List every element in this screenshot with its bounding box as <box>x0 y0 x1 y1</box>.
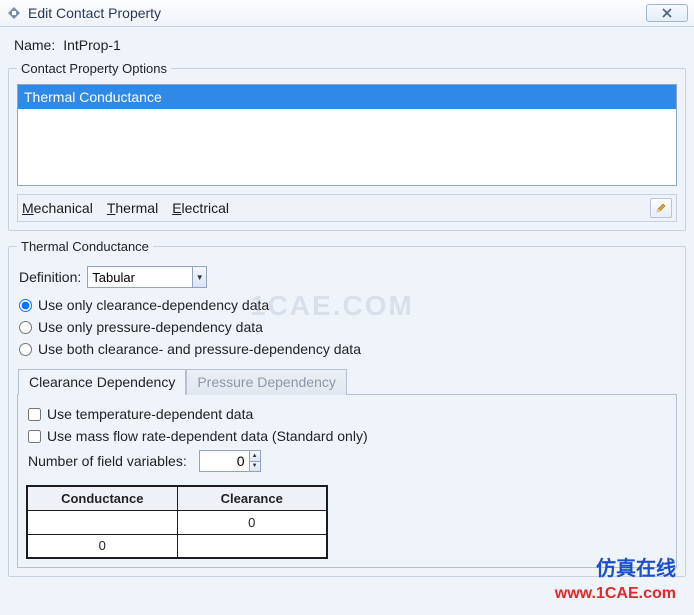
close-button[interactable] <box>646 4 688 22</box>
field-vars-input[interactable] <box>200 451 249 471</box>
name-value: IntProp-1 <box>63 37 121 53</box>
radio-both-input[interactable] <box>19 343 32 356</box>
edit-button[interactable] <box>650 198 672 218</box>
check-massflow-label: Use mass flow rate-dependent data (Stand… <box>47 428 368 444</box>
cell-conductance-0[interactable] <box>27 510 177 534</box>
cell-conductance-1[interactable]: 0 <box>27 534 177 558</box>
option-thermal-conductance[interactable]: Thermal Conductance <box>18 85 676 109</box>
table-row[interactable]: 0 <box>27 534 327 558</box>
radio-pressure-input[interactable] <box>19 321 32 334</box>
category-mechanical[interactable]: Mechanical <box>22 200 93 216</box>
thermal-conductance-group: Thermal Conductance Definition: ▼ Use on… <box>8 239 686 577</box>
options-list[interactable]: Thermal Conductance <box>17 84 677 186</box>
field-vars-label: Number of field variables: <box>28 453 187 469</box>
radio-clearance-input[interactable] <box>19 299 32 312</box>
category-thermal[interactable]: Thermal <box>107 200 158 216</box>
conductance-table[interactable]: Conductance Clearance 0 0 <box>26 485 328 559</box>
window-title: Edit Contact Property <box>28 5 161 21</box>
category-toolbar: Mechanical Thermal Electrical <box>17 194 677 222</box>
app-icon <box>6 5 22 21</box>
tab-pressure-dependency[interactable]: Pressure Dependency <box>186 369 347 395</box>
name-label: Name: <box>14 37 55 53</box>
radio-pressure-label: Use only pressure-dependency data <box>38 319 263 335</box>
contact-property-options-group: Contact Property Options Thermal Conduct… <box>8 61 686 231</box>
check-temperature-input[interactable] <box>28 408 41 421</box>
definition-row: Definition: ▼ <box>17 262 677 294</box>
table-header-row: Conductance Clearance <box>27 486 327 510</box>
table-row[interactable]: 0 <box>27 510 327 534</box>
radio-both[interactable]: Use both clearance- and pressure-depende… <box>17 338 677 360</box>
check-massflow[interactable]: Use mass flow rate-dependent data (Stand… <box>26 425 668 447</box>
chevron-down-icon: ▼ <box>196 273 204 282</box>
pencil-icon <box>655 202 667 214</box>
category-electrical[interactable]: Electrical <box>172 200 229 216</box>
col-clearance: Clearance <box>177 486 327 510</box>
title-bar: Edit Contact Property <box>0 0 694 27</box>
check-massflow-input[interactable] <box>28 430 41 443</box>
radio-pressure-only[interactable]: Use only pressure-dependency data <box>17 316 677 338</box>
definition-combo[interactable]: ▼ <box>87 266 207 288</box>
close-icon <box>662 8 672 18</box>
thermal-legend: Thermal Conductance <box>17 239 153 254</box>
options-legend: Contact Property Options <box>17 61 171 76</box>
radio-clearance-only[interactable]: Use only clearance-dependency data <box>17 294 677 316</box>
col-conductance: Conductance <box>27 486 177 510</box>
chevron-up-icon: ▲ <box>252 453 258 459</box>
check-temperature-label: Use temperature-dependent data <box>47 406 253 422</box>
chevron-down-icon: ▼ <box>252 463 258 469</box>
tab-clearance-dependency[interactable]: Clearance Dependency <box>18 369 186 395</box>
definition-drop-button[interactable]: ▼ <box>192 267 206 287</box>
spinner-up[interactable]: ▲ <box>250 451 260 462</box>
clearance-tab-panel: Use temperature-dependent data Use mass … <box>17 394 677 568</box>
name-row: Name: IntProp-1 <box>8 33 686 61</box>
definition-input[interactable] <box>88 267 192 287</box>
radio-clearance-label: Use only clearance-dependency data <box>38 297 269 313</box>
check-temperature[interactable]: Use temperature-dependent data <box>26 403 668 425</box>
cell-clearance-1[interactable] <box>177 534 327 558</box>
spinner-down[interactable]: ▼ <box>250 462 260 472</box>
definition-label: Definition: <box>19 269 81 285</box>
field-vars-row: Number of field variables: ▲ ▼ <box>26 447 668 475</box>
field-vars-spinner[interactable]: ▲ ▼ <box>199 450 261 472</box>
dependency-tabs: Clearance Dependency Pressure Dependency <box>18 368 677 394</box>
cell-clearance-0[interactable]: 0 <box>177 510 327 534</box>
radio-both-label: Use both clearance- and pressure-depende… <box>38 341 361 357</box>
